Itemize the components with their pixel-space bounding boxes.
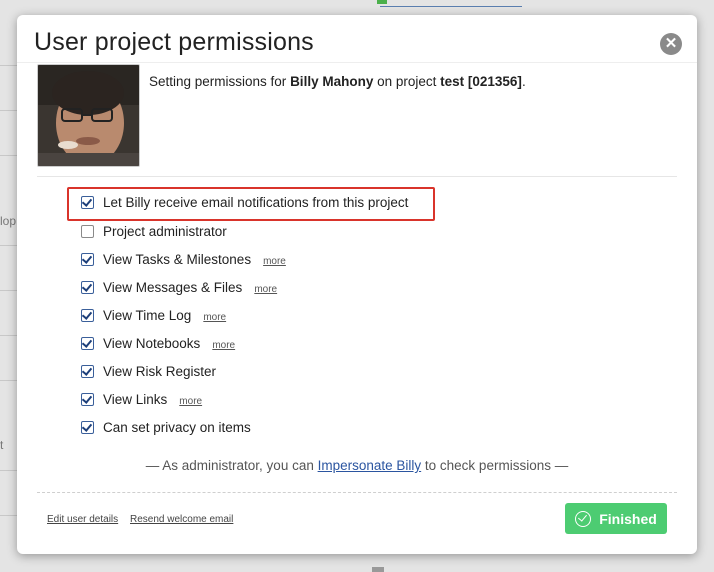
permission-checkbox[interactable]	[81, 420, 94, 434]
permission-label[interactable]: View Links	[103, 392, 167, 407]
admin-note-suffix: to check permissions —	[421, 458, 569, 473]
info-middle: on project	[373, 74, 441, 89]
permission-label[interactable]: View Tasks & Milestones	[103, 252, 251, 267]
admin-note: — As administrator, you can Impersonate …	[17, 458, 697, 473]
background-text: lop	[0, 214, 17, 228]
permission-label[interactable]: Let Billy receive email notifications fr…	[103, 195, 408, 210]
background-divider	[0, 155, 18, 156]
finished-label: Finished	[599, 510, 657, 527]
section-divider	[37, 176, 677, 177]
finished-button[interactable]: Finished	[565, 503, 667, 534]
background-divider	[0, 470, 18, 471]
permission-more-link[interactable]: more	[179, 396, 202, 407]
permission-row: View Risk Register	[81, 362, 216, 380]
permissions-description: Setting permissions for Billy Mahony on …	[149, 74, 526, 89]
permissions-dialog: User project permissions ✕ Setting permi…	[17, 15, 697, 554]
permission-row: View Links more	[81, 390, 202, 408]
permission-more-link[interactable]: more	[263, 256, 286, 267]
permission-checkbox[interactable]	[81, 195, 94, 209]
permission-row: Let Billy receive email notifications fr…	[81, 193, 408, 211]
background-text: t	[0, 438, 4, 452]
header-divider	[17, 62, 697, 63]
permission-more-link[interactable]: more	[212, 340, 235, 351]
user-avatar	[37, 64, 140, 167]
permission-checkbox[interactable]	[81, 224, 94, 238]
background-mark	[372, 567, 384, 572]
background-divider	[0, 515, 18, 516]
permission-row: View Notebooks more	[81, 334, 235, 352]
permission-row: Can set privacy on items	[81, 418, 251, 436]
edit-user-details-link[interactable]: Edit user details	[47, 514, 118, 525]
impersonate-link[interactable]: Impersonate Billy	[318, 458, 422, 473]
permission-label[interactable]: View Messages & Files	[103, 280, 242, 295]
info-suffix: .	[521, 74, 526, 89]
permission-checkbox[interactable]	[81, 364, 94, 378]
close-icon[interactable]: ✕	[660, 33, 682, 55]
permission-label[interactable]: View Time Log	[103, 308, 191, 323]
permission-label[interactable]: Project administrator	[103, 224, 227, 239]
permission-checkbox[interactable]	[81, 336, 94, 350]
background-divider	[0, 110, 18, 111]
permission-label[interactable]: Can set privacy on items	[103, 420, 251, 435]
check-circle-icon	[575, 510, 592, 527]
background-divider	[0, 380, 18, 381]
permission-row: View Time Log more	[81, 306, 226, 324]
user-name: Billy Mahony	[290, 74, 374, 89]
permission-checkbox[interactable]	[81, 308, 94, 322]
permission-more-link[interactable]: more	[254, 284, 277, 295]
permission-label[interactable]: View Risk Register	[103, 364, 216, 379]
background-divider	[0, 335, 18, 336]
dialog-title: User project permissions	[34, 28, 314, 56]
permission-row: View Tasks & Milestones more	[81, 250, 286, 268]
footer-divider	[37, 492, 677, 493]
permission-checkbox[interactable]	[81, 392, 94, 406]
project-name: test [021356]	[440, 74, 522, 89]
background-divider	[0, 290, 18, 291]
background-divider	[0, 245, 18, 246]
permission-checkbox[interactable]	[81, 252, 94, 266]
admin-note-prefix: — As administrator, you can	[145, 458, 318, 473]
permission-checkbox[interactable]	[81, 280, 94, 294]
permission-row: View Messages & Files more	[81, 278, 277, 296]
permission-row: Project administrator	[81, 222, 227, 240]
background-divider	[0, 65, 18, 66]
permission-label[interactable]: View Notebooks	[103, 336, 200, 351]
info-prefix: Setting permissions for	[149, 74, 291, 89]
background-link	[380, 0, 522, 7]
resend-welcome-email-link[interactable]: Resend welcome email	[130, 514, 233, 525]
permission-more-link[interactable]: more	[203, 312, 226, 323]
